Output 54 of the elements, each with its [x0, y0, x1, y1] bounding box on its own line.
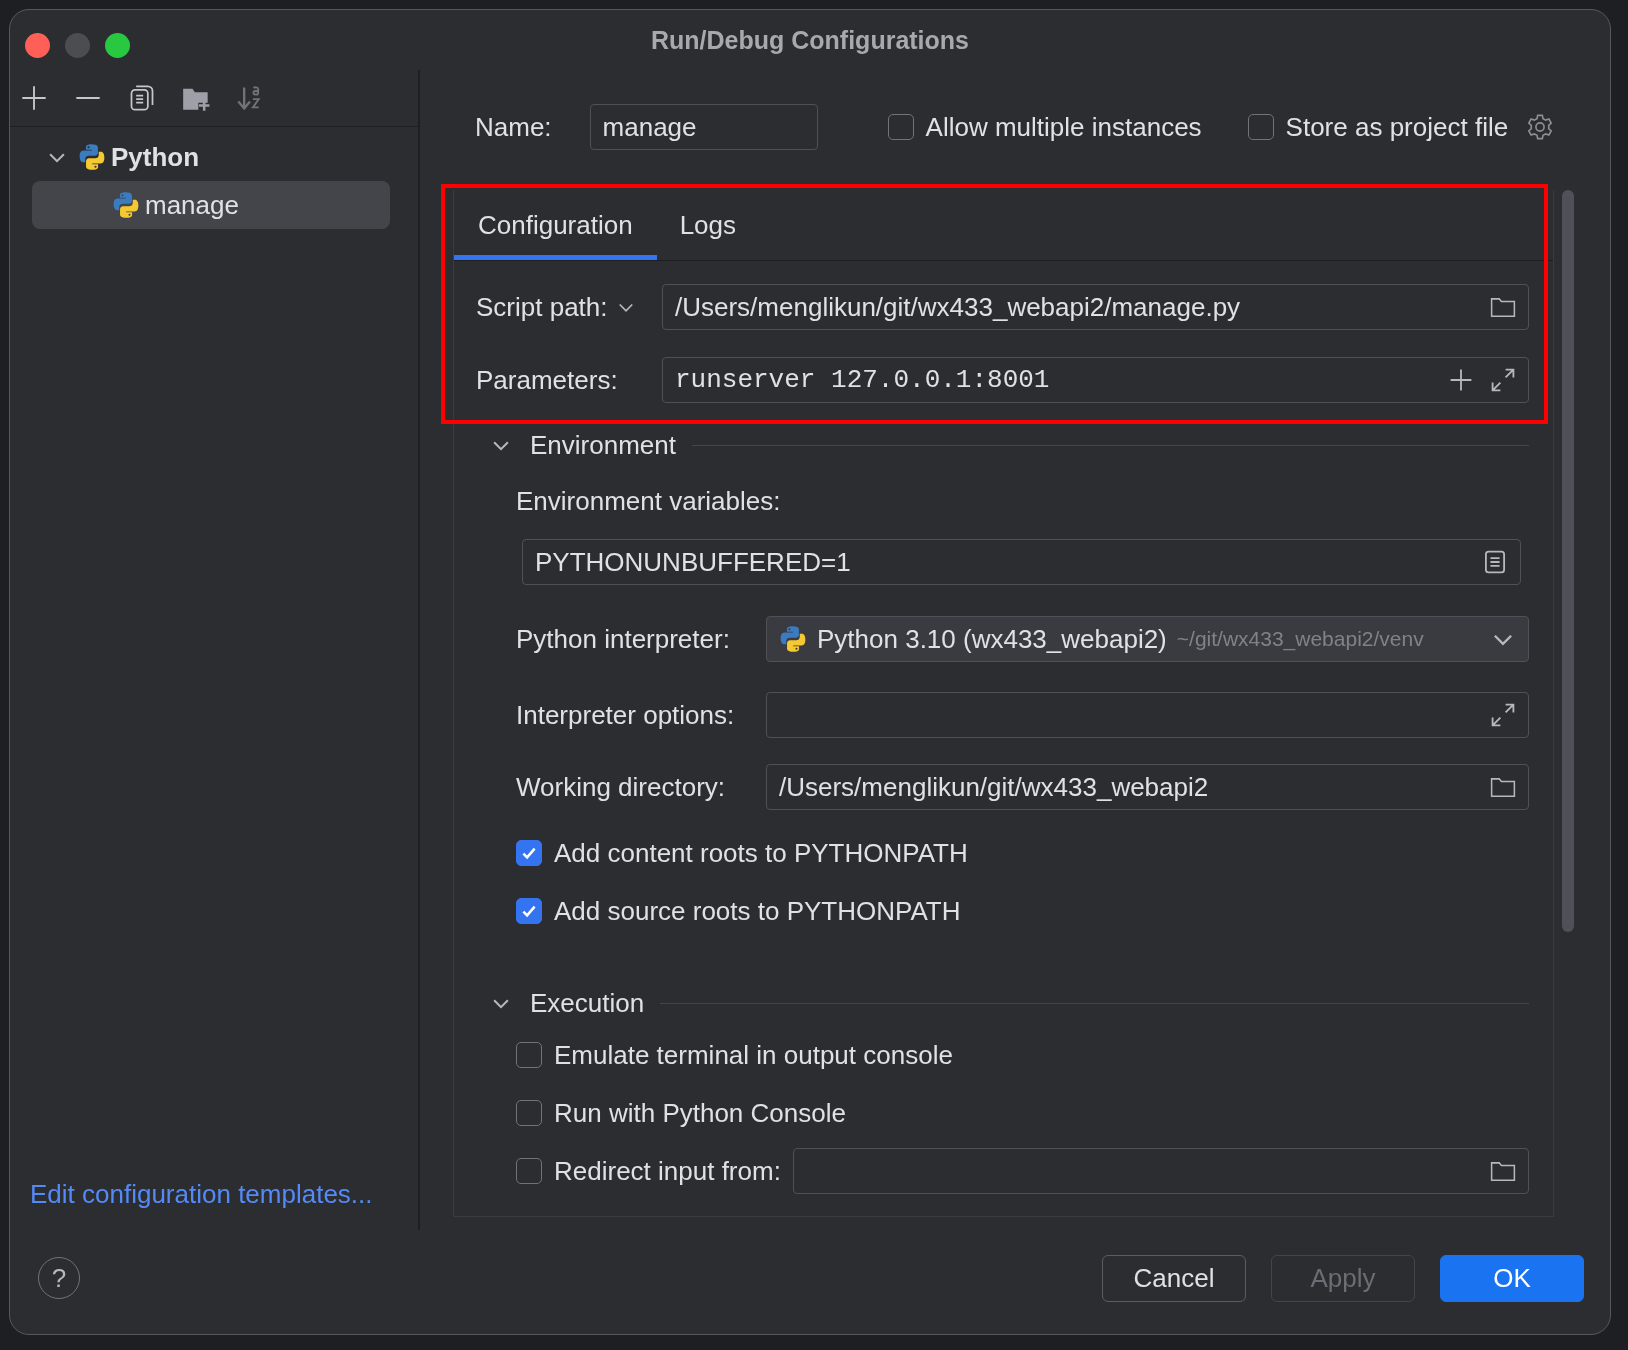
- checkbox-label: Add content roots to PYTHONPATH: [554, 837, 968, 869]
- python-logo-icon: [78, 143, 106, 171]
- checkbox[interactable]: [887, 114, 914, 140]
- section-title: Execution: [530, 987, 645, 1019]
- script-path-field[interactable]: /Users/menglikun/git/wx433_webapi2/manage.py: [662, 284, 1529, 330]
- close-button[interactable]: [25, 33, 50, 58]
- field-label: Interpreter options:: [516, 699, 735, 731]
- section-title: Environment: [530, 429, 676, 461]
- tree-item[interactable]: manage: [32, 181, 390, 229]
- name-field[interactable]: manage: [589, 104, 818, 150]
- python-logo-icon: [112, 191, 140, 219]
- add-icon[interactable]: [1448, 367, 1474, 393]
- add-icon[interactable]: [20, 84, 48, 112]
- field-label: Parameters:: [476, 364, 618, 396]
- checkbox[interactable]: [516, 1158, 542, 1184]
- interpreter-options-field[interactable]: [766, 692, 1529, 738]
- checkbox-label: Redirect input from:: [554, 1155, 781, 1187]
- checkbox-label: Run with Python Console: [554, 1097, 846, 1129]
- checkbox[interactable]: [516, 1100, 542, 1126]
- list-icon[interactable]: [1482, 549, 1508, 575]
- tree-item[interactable]: Python: [32, 133, 390, 181]
- scrollbar[interactable]: [1562, 190, 1574, 932]
- field-label: Working directory:: [516, 771, 726, 803]
- window-title: Run/Debug Configurations: [651, 25, 969, 55]
- working-directory-field[interactable]: /Users/menglikun/git/wx433_webapi2: [766, 764, 1529, 810]
- expand-icon[interactable]: [1490, 702, 1516, 728]
- tree-item-label: Python: [111, 141, 200, 173]
- zoom-button[interactable]: [105, 33, 130, 58]
- checkbox[interactable]: [1247, 114, 1274, 140]
- checkbox[interactable]: [516, 840, 542, 866]
- expand-icon[interactable]: [1490, 367, 1516, 393]
- field-label: Environment variables:: [516, 486, 782, 517]
- checkbox-label: Emulate terminal in output console: [554, 1039, 953, 1071]
- dialog-button[interactable]: Cancel: [1102, 1254, 1246, 1302]
- tab[interactable]: Configuration: [454, 190, 657, 260]
- ok-button[interactable]: OK: [1440, 1254, 1584, 1302]
- parameters-field[interactable]: runserver 127.0.0.1:8001: [662, 357, 1529, 403]
- settings-icon[interactable]: [1526, 113, 1555, 141]
- redirect-input-field[interactable]: [792, 1148, 1529, 1194]
- checkbox[interactable]: [516, 1042, 542, 1068]
- field-label: Python interpreter:: [516, 623, 730, 655]
- copy-icon[interactable]: [128, 84, 156, 112]
- edit-templates-link[interactable]: Edit configuration templates...: [30, 1179, 373, 1210]
- checkbox-label: Allow multiple instances: [925, 111, 1202, 143]
- checkbox-label: Add source roots to PYTHONPATH: [554, 895, 961, 927]
- environment-variables-field[interactable]: PYTHONUNBUFFERED=1: [522, 539, 1521, 585]
- field-label: Script path:: [476, 291, 608, 323]
- checkbox-label: Store as project file: [1285, 111, 1509, 143]
- python-logo-icon: [779, 625, 807, 653]
- tree-item-label: manage: [145, 189, 239, 221]
- checkbox[interactable]: [516, 898, 542, 924]
- name-label: Name:: [475, 111, 552, 143]
- interpreter-dropdown[interactable]: Python 3.10 (wx433_webapi2) ~/git/wx433_webapi2/venv: [766, 616, 1529, 662]
- tab[interactable]: Logs: [656, 190, 760, 260]
